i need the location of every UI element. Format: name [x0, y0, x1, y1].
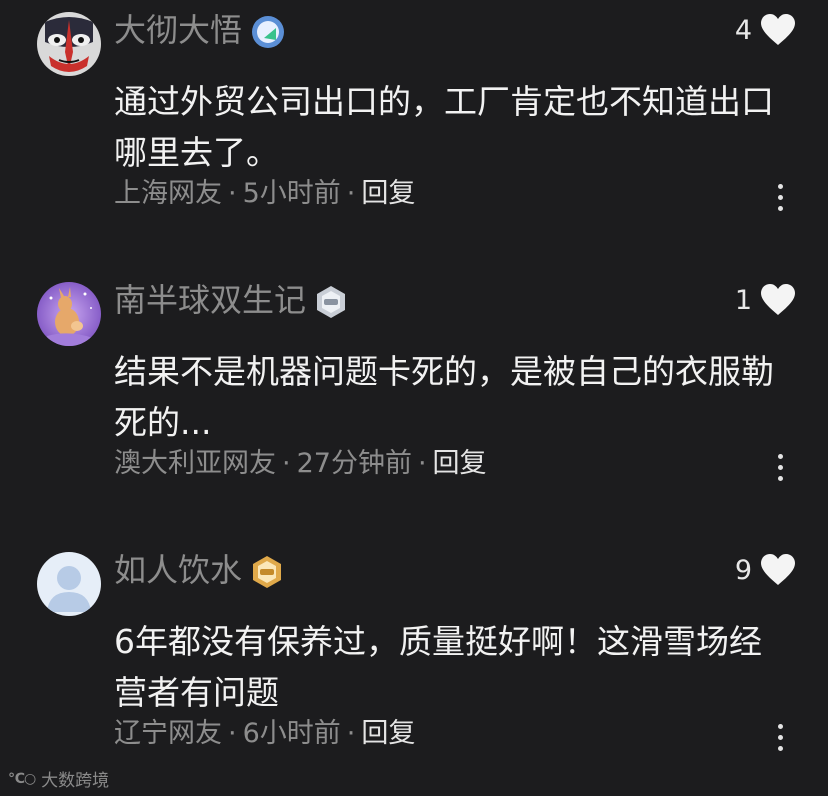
- comment-meta: 上海网友 · 5小时前 · 回复: [114, 178, 416, 209]
- comment-item: 南半球双生记 1 结果不是机器问题卡死的，是被自己的衣服勒死的... 澳大利亚网…: [0, 274, 828, 524]
- reply-button[interactable]: 回复: [361, 178, 415, 209]
- comment-text: 6年都没有保养过，质量挺好啊！这滑雪场经营者有问题: [114, 622, 762, 712]
- username[interactable]: 南半球双生记: [114, 280, 306, 320]
- avatar[interactable]: [37, 282, 101, 346]
- comment-item: 大彻大悟 4 通过外贸公司出口的，工厂肯定也不知道出口哪里去了。 上海网友 · 5小…: [0, 4, 828, 254]
- like-control[interactable]: 1: [735, 280, 796, 320]
- level-badge-icon: [317, 286, 345, 318]
- avatar[interactable]: [37, 12, 101, 76]
- username[interactable]: 大彻大悟: [114, 10, 242, 50]
- level-badge-icon: [252, 16, 284, 48]
- like-control[interactable]: 4: [735, 10, 796, 50]
- watermark-text: 大数跨境: [41, 771, 110, 791]
- comment-text: 结果不是机器问题卡死的，是被自己的衣服勒死的...: [114, 352, 774, 442]
- heart-icon[interactable]: [760, 13, 796, 47]
- avatar[interactable]: [37, 552, 101, 616]
- location-label: 澳大利亚网友: [114, 448, 276, 479]
- comment-meta: 澳大利亚网友 · 27分钟前 · 回复: [114, 448, 487, 479]
- comment-item: 如人饮水 9 6年都没有保养过，质量挺好啊！这滑雪场经营者有问题 辽宁网友 · 6小…: [0, 544, 828, 784]
- timestamp: 27分钟前: [296, 448, 412, 479]
- timestamp: 6小时前: [242, 718, 341, 749]
- reply-button[interactable]: 回复: [433, 448, 487, 479]
- watermark: ℃○ 大数跨境: [8, 766, 110, 792]
- location-label: 辽宁网友: [114, 718, 222, 749]
- like-count: 1: [734, 284, 752, 316]
- level-badge-icon: [253, 556, 281, 588]
- like-count: 9: [734, 554, 752, 586]
- more-options-icon[interactable]: [776, 184, 784, 214]
- username[interactable]: 如人饮水: [114, 550, 242, 590]
- location-label: 上海网友: [114, 178, 222, 209]
- heart-icon[interactable]: [760, 283, 796, 317]
- more-options-icon[interactable]: [776, 724, 784, 754]
- comment-text: 通过外贸公司出口的，工厂肯定也不知道出口哪里去了。: [114, 82, 774, 172]
- watermark-logo-icon: ℃○: [8, 770, 36, 787]
- timestamp: 5小时前: [242, 178, 341, 209]
- kangaroo-avatar-icon: [37, 282, 101, 346]
- more-options-icon[interactable]: [776, 454, 784, 484]
- comment-list: 大彻大悟 4 通过外贸公司出口的，工厂肯定也不知道出口哪里去了。 上海网友 · 5小…: [0, 0, 828, 796]
- comment-meta: 辽宁网友 · 6小时前 · 回复: [114, 718, 416, 749]
- reply-button[interactable]: 回复: [361, 718, 415, 749]
- opera-mask-avatar-icon: [37, 12, 101, 76]
- heart-icon[interactable]: [760, 553, 796, 587]
- like-control[interactable]: 9: [735, 550, 796, 590]
- default-avatar-icon: [37, 552, 101, 616]
- like-count: 4: [734, 14, 752, 46]
